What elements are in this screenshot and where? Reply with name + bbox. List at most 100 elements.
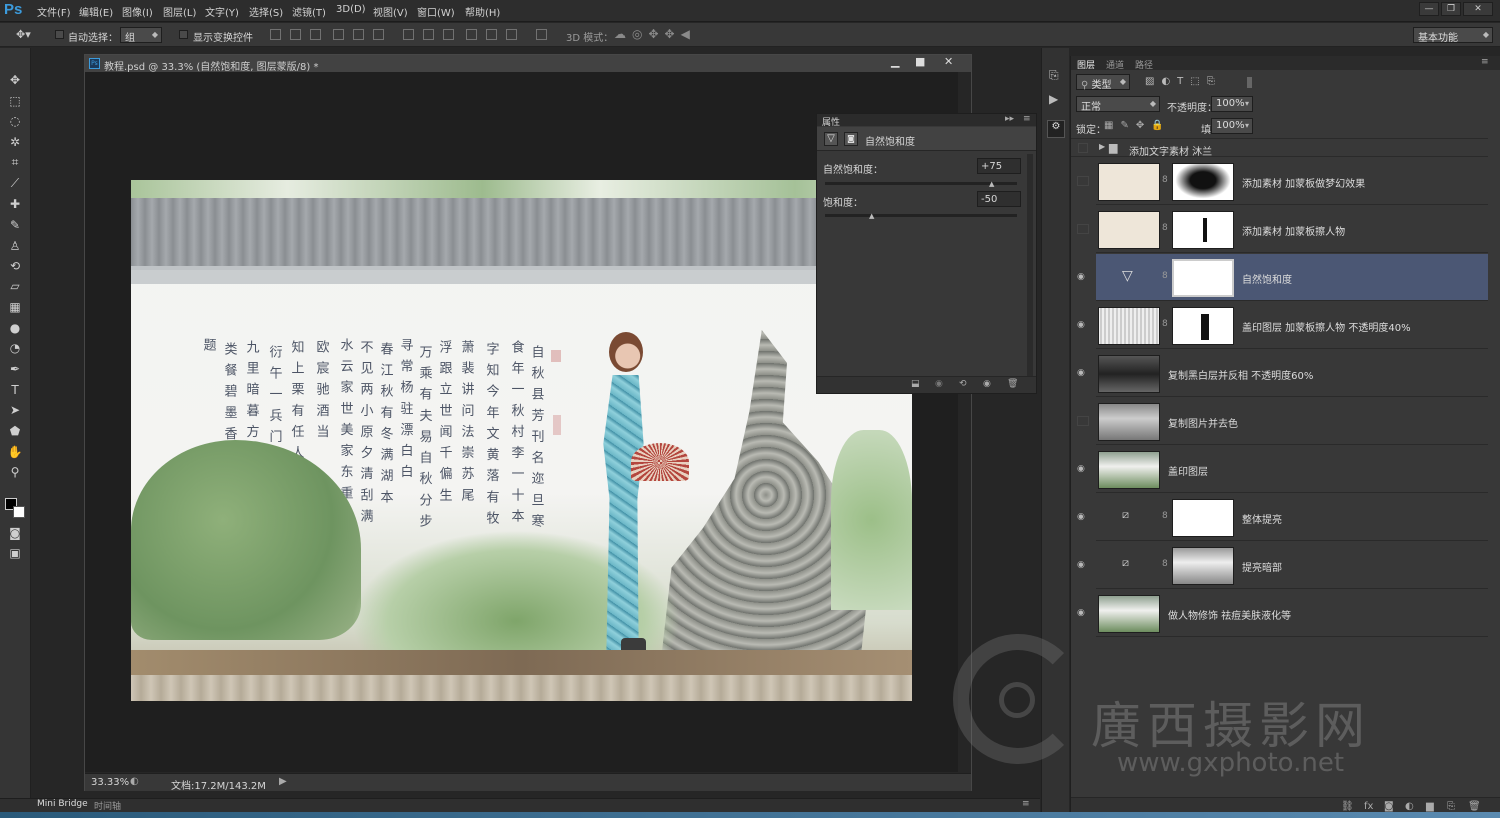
align-left-icon[interactable]	[333, 29, 344, 40]
photo-canvas[interactable]: 自 秋 县 芳 刊 名 迩 旦 寒 食 年 一 秋 村 李 一 十 本 字 知 …	[131, 180, 912, 701]
new-adjustment-icon[interactable]: ◐	[1405, 801, 1414, 812]
menu-filter[interactable]: 滤镜(T)	[292, 4, 326, 19]
panel-menu-icon[interactable]: ≡	[1481, 57, 1489, 67]
clip-to-layer-icon[interactable]: ⬓	[911, 379, 920, 389]
auto-align-icon[interactable]	[536, 29, 547, 40]
tab-mini-bridge[interactable]: Mini Bridge	[37, 799, 88, 809]
align-top-icon[interactable]	[270, 29, 281, 40]
layer-style-icon[interactable]: fx	[1364, 801, 1373, 812]
layer-mask-thumbnail[interactable]	[1172, 259, 1234, 297]
distribute-right-icon[interactable]	[506, 29, 517, 40]
workspace-dropdown[interactable]: 基本功能 ◆	[1413, 27, 1493, 44]
menu-type[interactable]: 文字(Y)	[205, 4, 239, 19]
lasso-tool-icon[interactable]: ◌	[6, 113, 24, 129]
path-select-icon[interactable]: ➤	[6, 402, 24, 418]
filter-toggle[interactable]	[1247, 77, 1252, 88]
doc-close-icon[interactable]: ✕	[944, 55, 953, 68]
fill-field[interactable]: 100% ▾	[1211, 118, 1253, 134]
tab-paths[interactable]: 路径	[1135, 58, 1153, 71]
layer-row[interactable]: 复制图片并去色	[1077, 398, 1488, 445]
distribute-vcenter-icon[interactable]	[423, 29, 434, 40]
menu-layer[interactable]: 图层(L)	[163, 4, 196, 19]
layer-filter-icons[interactable]: ▨◐T⬚⎘	[1145, 76, 1222, 87]
zoom-level[interactable]: 33.33%	[91, 777, 129, 788]
history-brush-icon[interactable]: ⟲	[6, 258, 24, 274]
stamp-tool-icon[interactable]: ♙	[6, 238, 24, 254]
doc-minimize-icon[interactable]: ▁	[891, 55, 899, 68]
delete-icon[interactable]: 🗑	[1007, 379, 1018, 389]
move-tool-icon[interactable]: ✥	[6, 72, 24, 88]
tab-timeline[interactable]: 时间轴	[94, 799, 121, 812]
align-bottom-icon[interactable]	[310, 29, 321, 40]
restore-icon[interactable]: ❐	[1441, 2, 1461, 16]
panel-menu-icon[interactable]: ≡	[1023, 114, 1031, 124]
layer-mask-thumbnail[interactable]	[1172, 307, 1234, 345]
visibility-toggle[interactable]	[1077, 176, 1089, 186]
zoom-tool-icon[interactable]: ⚲	[6, 464, 24, 480]
panel-menu-icon[interactable]: ≡	[1022, 799, 1030, 809]
layer-row-selected[interactable]: ◉ ▽ 8 自然饱和度	[1077, 254, 1488, 301]
dodge-tool-icon[interactable]: ◔	[6, 340, 24, 356]
properties-panel-icon[interactable]: ⚙	[1047, 120, 1065, 138]
hand-tool-icon[interactable]: ✋	[6, 444, 24, 460]
menu-edit[interactable]: 编辑(E)	[79, 4, 113, 19]
new-layer-icon[interactable]: ⎘	[1447, 801, 1455, 812]
screen-mode-icon[interactable]: ▣	[6, 545, 24, 561]
layer-row[interactable]: ◉ ⧄ 8 整体提亮	[1077, 494, 1488, 541]
view-previous-icon[interactable]: ◉	[935, 379, 943, 389]
layer-group-row[interactable]: ▶ ▆ 添加文字素材 沐兰	[1071, 138, 1488, 158]
status-info-icon[interactable]: ◐	[130, 776, 139, 787]
saturation-value-field[interactable]: -50	[977, 191, 1021, 207]
minimize-icon[interactable]: —	[1419, 2, 1439, 16]
move-tool-icon[interactable]: ✥▾	[16, 28, 31, 41]
menu-help[interactable]: 帮助(H)	[465, 4, 500, 19]
align-right-icon[interactable]	[373, 29, 384, 40]
tab-channels[interactable]: 通道	[1106, 58, 1124, 71]
saturation-slider-handle[interactable]: ▲	[869, 212, 874, 220]
type-tool-icon[interactable]: T	[6, 382, 24, 398]
pen-tool-icon[interactable]: ✒	[6, 361, 24, 377]
distribute-bottom-icon[interactable]	[443, 29, 454, 40]
layer-row[interactable]: 8 添加素材 加蒙板擦人物	[1077, 206, 1488, 253]
eyedropper-tool-icon[interactable]: ⟋	[6, 175, 24, 191]
brush-tool-icon[interactable]: ✎	[6, 217, 24, 233]
add-mask-icon[interactable]: ◙	[1384, 801, 1394, 812]
eye-icon[interactable]: ◉	[1077, 368, 1089, 378]
layer-row[interactable]: ◉ 盖印图层	[1077, 446, 1488, 493]
actions-play-icon[interactable]: ▶	[1049, 92, 1058, 106]
3d-tools-icon[interactable]: ☁◎✥✥◀	[614, 27, 696, 41]
tab-layers[interactable]: 图层	[1077, 58, 1095, 71]
layer-row[interactable]: ◉ 8 盖印图层 加蒙板擦人物 不透明度40%	[1077, 302, 1488, 349]
distribute-left-icon[interactable]	[466, 29, 477, 40]
menu-select[interactable]: 选择(S)	[249, 4, 283, 19]
link-layers-icon[interactable]: ⛓	[1341, 801, 1354, 812]
eye-icon[interactable]: ◉	[1077, 560, 1089, 570]
layer-row[interactable]: ◉ 复制黑白层并反相 不透明度60%	[1077, 350, 1488, 397]
layer-row[interactable]: 8 添加素材 加蒙板做梦幻效果	[1077, 158, 1488, 205]
blend-mode-dropdown[interactable]: 正常 ◆	[1076, 96, 1160, 113]
opacity-field[interactable]: 100% ▾	[1211, 96, 1253, 112]
group-expand-icon[interactable]: ▶	[1099, 142, 1105, 151]
reset-icon[interactable]: ⟲	[959, 379, 967, 389]
quick-select-tool-icon[interactable]: ✲	[6, 134, 24, 150]
eye-icon[interactable]: ◉	[1077, 608, 1089, 618]
layer-mask-thumbnail[interactable]	[1172, 499, 1234, 537]
close-icon[interactable]: ✕	[1463, 2, 1493, 16]
history-icon[interactable]: ⎘	[1049, 68, 1059, 83]
doc-maximize-icon[interactable]: ■	[915, 55, 925, 68]
visibility-toggle[interactable]	[1077, 416, 1089, 426]
new-group-icon[interactable]: ▆	[1426, 801, 1434, 812]
eye-icon[interactable]: ◉	[1077, 272, 1089, 282]
menu-file[interactable]: 文件(F)	[37, 4, 71, 19]
layer-mask-thumbnail[interactable]	[1172, 211, 1234, 249]
saturation-slider[interactable]: ▲	[825, 212, 1017, 220]
auto-select-dropdown[interactable]: 组 ◆	[120, 27, 162, 44]
align-hcenter-icon[interactable]	[353, 29, 364, 40]
layer-mask-thumbnail[interactable]	[1172, 547, 1234, 585]
show-transform-checkbox[interactable]	[179, 30, 188, 39]
lock-icons[interactable]: ▦✎✥🔒	[1104, 120, 1171, 131]
layer-mask-icon[interactable]: ◙	[844, 132, 858, 146]
quick-mask-icon[interactable]: ◙	[6, 525, 24, 541]
menu-window[interactable]: 窗口(W)	[417, 4, 455, 19]
menu-view[interactable]: 视图(V)	[373, 4, 408, 19]
